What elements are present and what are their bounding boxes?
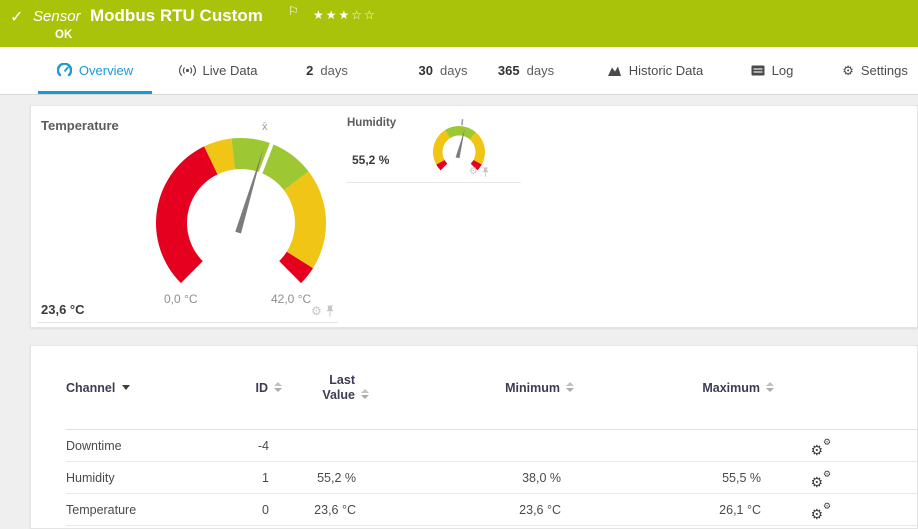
gear-icon: ⚙ — [842, 62, 854, 78]
column-label: Minimum — [505, 380, 560, 395]
tab-number: 365 — [497, 63, 520, 78]
priority-stars[interactable]: ★★★☆☆ — [313, 8, 377, 22]
pin-icon[interactable] — [326, 305, 334, 317]
tab-label: days — [320, 63, 348, 78]
column-header-last-value[interactable]: Last Value — [269, 373, 369, 403]
channels-table: Channel ID Last Value Minimum Maximum Do… — [66, 346, 917, 526]
active-tab-underline — [38, 91, 152, 94]
column-header-maximum[interactable]: Maximum — [561, 381, 774, 395]
humidity-cell-actions: ⚙ — [469, 166, 489, 178]
channel-last-value: 55,2 % — [317, 470, 356, 485]
tab-log[interactable]: Log — [748, 47, 796, 94]
chart-icon — [607, 64, 622, 77]
table-row: Temperature 0 23,6 °C 23,6 °C 26,1 °C ⚙ ⚙ — [66, 494, 917, 526]
flag-icon[interactable]: ⚐ — [288, 4, 299, 18]
tab-label: Settings — [860, 63, 908, 78]
sort-desc-icon — [122, 385, 131, 390]
log-icon — [751, 65, 765, 76]
gauge-title-temperature: Temperature — [41, 118, 119, 133]
tab-historic-data[interactable]: Historic Data — [602, 47, 708, 94]
channel-minimum: 38,0 % — [522, 470, 561, 485]
sensor-title: Modbus RTU Custom — [90, 6, 263, 25]
channel-last-value: 23,6 °C — [314, 502, 356, 517]
temperature-gauge — [156, 138, 326, 284]
gauges-panel: Temperature x̄ 0,0 °C 42,0 °C 23,6 °C ⚙ … — [30, 105, 918, 328]
gauge-max-label: 42,0 °C — [271, 292, 312, 306]
channel-maximum: 55,5 % — [722, 470, 761, 485]
tab-bar: Overview Live Data 2 days 30 days 365 da… — [0, 47, 918, 95]
sort-icon — [766, 382, 774, 392]
table-header-row: Channel ID Last Value Minimum Maximum — [66, 346, 917, 430]
tab-30-days[interactable]: 30 days — [414, 47, 472, 94]
tab-label: Live Data — [202, 63, 258, 78]
column-label: ID — [255, 380, 269, 395]
channel-name: Downtime — [66, 438, 122, 453]
gear-icon[interactable]: ⚙ — [311, 305, 322, 317]
tab-number: 30 — [418, 63, 433, 78]
channel-maximum: 26,1 °C — [719, 502, 761, 517]
average-marker-symbol: x̄ — [262, 121, 268, 133]
tab-label: days — [526, 63, 555, 78]
channel-name: Humidity — [66, 470, 115, 485]
column-header-channel[interactable]: Channel — [66, 381, 216, 395]
column-label: Channel — [66, 380, 116, 395]
gear-icon[interactable]: ⚙ — [469, 166, 478, 178]
channel-name: Temperature — [66, 502, 137, 517]
tab-label: Log — [771, 63, 794, 78]
tab-settings[interactable]: ⚙ Settings — [842, 47, 908, 94]
column-label: Last Value — [322, 372, 355, 402]
channel-id: -4 — [257, 438, 269, 453]
channel-id: 0 — [262, 502, 269, 517]
tab-365-days[interactable]: 365 days — [494, 47, 558, 94]
tab-overview[interactable]: Overview — [38, 47, 152, 94]
cell-divider — [37, 322, 338, 323]
cell-divider — [347, 182, 521, 183]
object-kind-label: Sensor — [33, 8, 81, 25]
tab-label: days — [440, 63, 468, 78]
pin-icon[interactable] — [482, 167, 489, 177]
column-label: Maximum — [702, 380, 760, 395]
channels-table-panel: Channel ID Last Value Minimum Maximum Do… — [30, 345, 918, 529]
table-row: Downtime -4 ⚙ ⚙ — [66, 430, 917, 462]
temperature-cell-actions: ⚙ — [311, 305, 334, 317]
channel-id: 1 — [262, 470, 269, 485]
tab-number: 2 — [306, 63, 314, 78]
gauge-min-label: 0,0 °C — [164, 292, 198, 306]
gauge-title-humidity: Humidity — [347, 117, 397, 129]
tab-label: Overview — [78, 63, 134, 78]
gauge-icon — [56, 63, 72, 78]
tab-label: Historic Data — [628, 63, 704, 78]
sensor-header: ✓ Sensor Modbus RTU Custom ⚐ ★★★☆☆ OK — [0, 0, 918, 47]
table-row: Humidity 1 55,2 % 38,0 % 55,5 % ⚙ ⚙ — [66, 462, 917, 494]
status-badge: OK — [55, 29, 73, 41]
tab-2-days[interactable]: 2 days — [300, 47, 354, 94]
broadcast-icon — [178, 64, 196, 77]
temperature-current-value: 23,6 °C — [41, 302, 85, 317]
column-header-minimum[interactable]: Minimum — [356, 381, 574, 395]
humidity-current-value: 55,2 % — [352, 153, 390, 167]
channel-minimum: 23,6 °C — [519, 502, 561, 517]
tab-live-data[interactable]: Live Data — [168, 47, 268, 94]
status-check-icon: ✓ — [10, 9, 24, 26]
